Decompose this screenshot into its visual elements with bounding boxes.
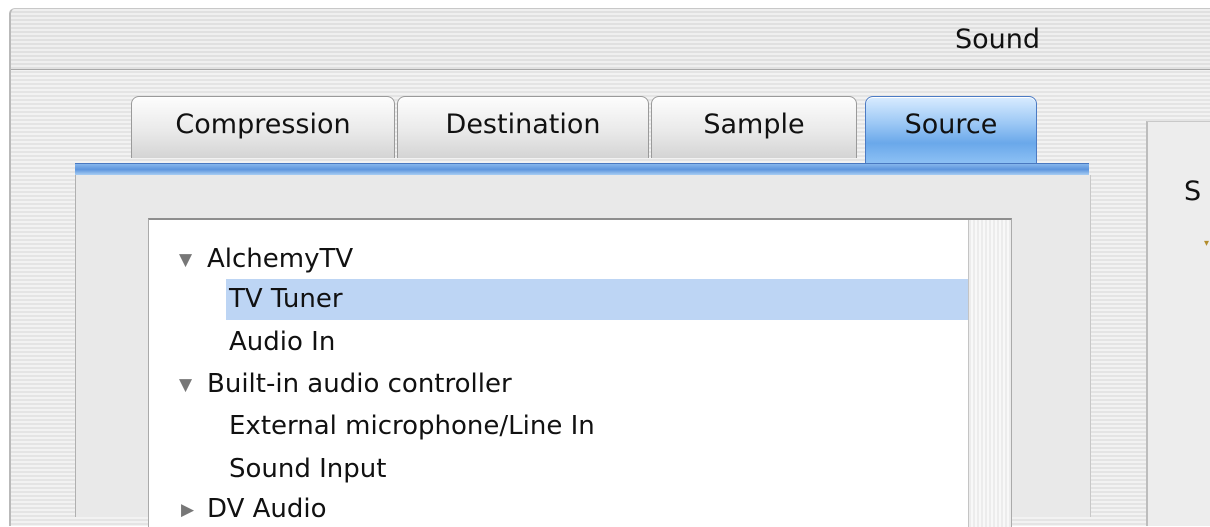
list-item-dv-audio[interactable]: ▶ DV Audio <box>149 488 327 527</box>
list-item-external-microphone[interactable]: External microphone/Line In <box>149 405 595 447</box>
title-bar[interactable]: Sound <box>11 9 1210 70</box>
window-title: Sound <box>955 24 1041 55</box>
tab-source[interactable]: Source <box>865 96 1037 163</box>
list-item-label: Built-in audio controller <box>207 369 512 399</box>
list-item-alchemytv[interactable]: ▼ AlchemyTV <box>149 238 353 281</box>
source-list[interactable]: ▼ AlchemyTV TV Tuner Audio In ▼ Built-in… <box>148 218 1012 527</box>
list-item-label: Sound Input <box>229 454 387 484</box>
tab-sample[interactable]: Sample <box>651 96 857 158</box>
list-item-tv-tuner[interactable]: TV Tuner <box>149 278 1009 320</box>
list-item-label: Audio In <box>229 327 336 357</box>
side-panel-marker-icon: ▾ <box>1204 238 1210 249</box>
list-item-built-in-audio-controller[interactable]: ▼ Built-in audio controller <box>149 363 512 406</box>
list-item-label: AlchemyTV <box>207 244 354 274</box>
list-item-audio-in[interactable]: Audio In <box>149 321 335 363</box>
tab-label: Compression <box>175 109 351 140</box>
disclosure-triangle-expanded-icon[interactable]: ▼ <box>179 364 192 406</box>
tab-compression[interactable]: Compression <box>131 96 395 158</box>
tab-label: Destination <box>445 109 601 140</box>
list-item-label: TV Tuner <box>229 284 343 314</box>
side-panel-label: S <box>1184 176 1202 207</box>
list-item-sound-input[interactable]: Sound Input <box>149 448 386 490</box>
tab-destination[interactable]: Destination <box>397 96 649 158</box>
vertical-scrollbar[interactable] <box>968 220 1011 527</box>
disclosure-triangle-expanded-icon[interactable]: ▼ <box>179 239 192 281</box>
list-item-label: DV Audio <box>207 494 327 524</box>
tab-bar: Compression Destination Sample Source <box>131 96 1043 166</box>
disclosure-triangle-collapsed-icon[interactable]: ▶ <box>181 489 194 527</box>
tab-label: Source <box>904 109 998 140</box>
tab-label: Sample <box>703 109 805 140</box>
list-item-label: External microphone/Line In <box>229 411 595 441</box>
